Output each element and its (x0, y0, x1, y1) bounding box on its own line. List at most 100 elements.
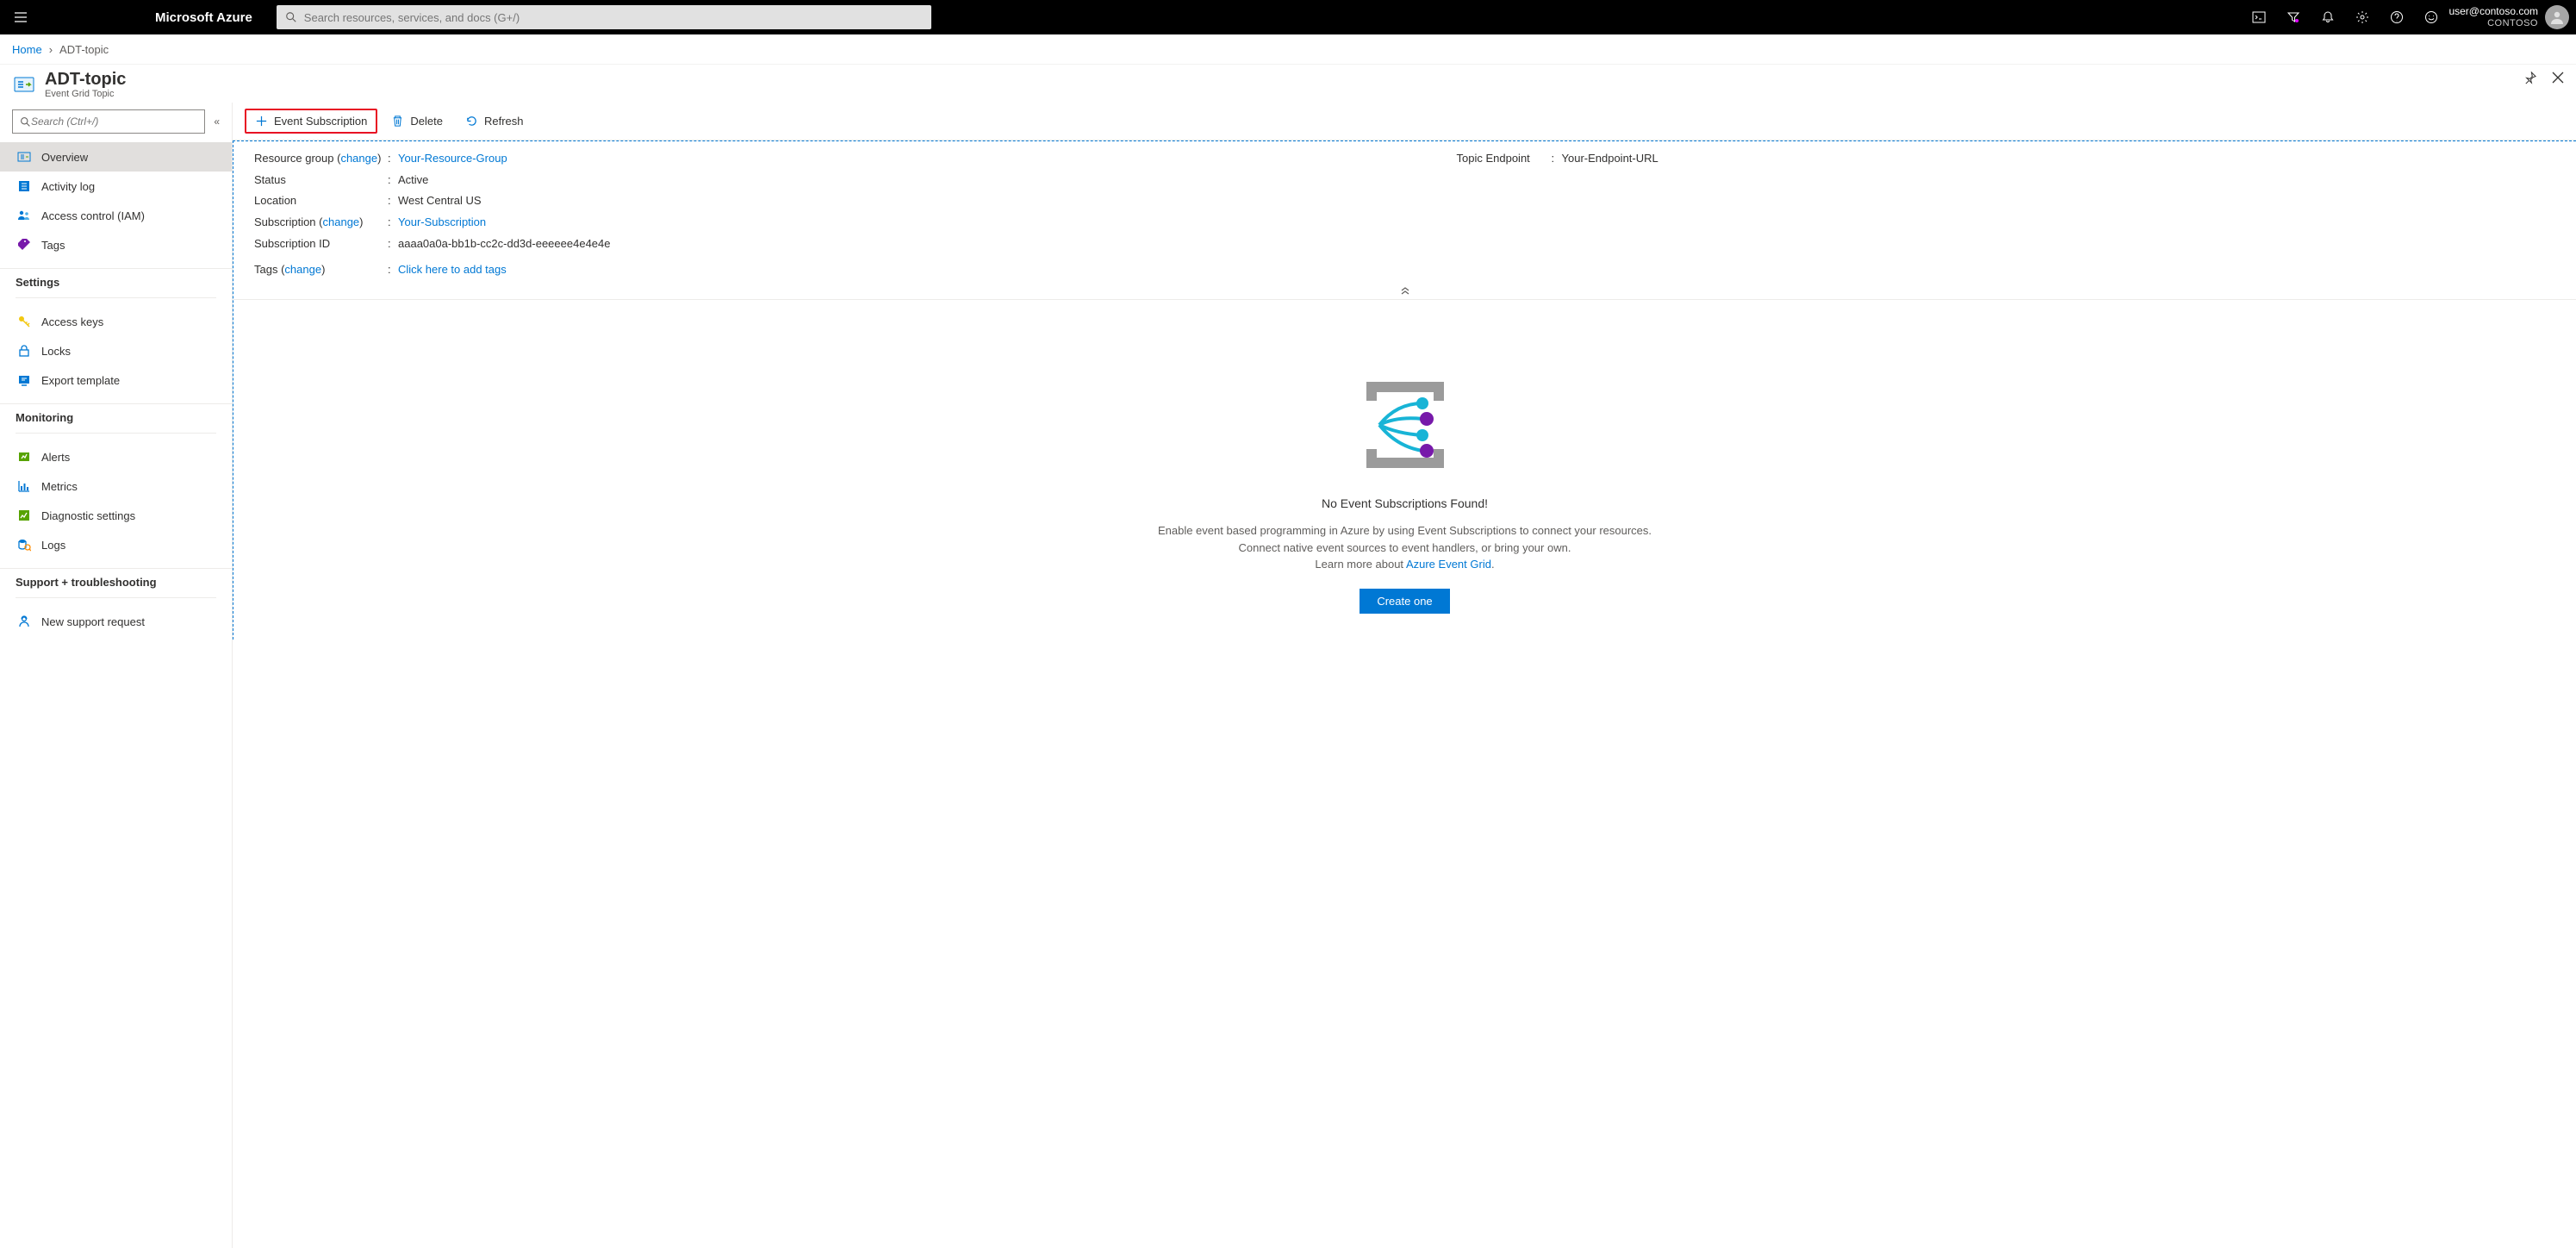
event-subscription-button[interactable]: Event Subscription (245, 109, 377, 134)
sidebar-collapse-button[interactable]: « (214, 115, 220, 128)
sidebar-item-label: Logs (41, 539, 65, 552)
subscription-id-value: aaaa0a0a-bb1b-cc2c-dd3d-eeeeee4e4e4e (398, 234, 611, 255)
tags-change-link[interactable]: change (284, 263, 321, 276)
chevron-up-double-icon (1400, 286, 1410, 295)
user-info[interactable]: user@contoso.com CONTOSO (2448, 5, 2538, 29)
status-label: Status (254, 170, 388, 191)
sidebar-item-access-control[interactable]: Access control (IAM) (0, 201, 232, 230)
location-value: West Central US (398, 190, 482, 212)
export-template-icon (17, 373, 31, 387)
empty-state: No Event Subscriptions Found! Enable eve… (233, 300, 2576, 640)
create-one-button[interactable]: Create one (1360, 589, 1449, 614)
notifications-button[interactable] (2311, 0, 2345, 34)
cloud-shell-button[interactable] (2242, 0, 2276, 34)
sidebar-item-export-template[interactable]: Export template (0, 365, 232, 395)
overview-icon (17, 150, 31, 164)
user-email: user@contoso.com (2448, 5, 2538, 17)
sidebar-item-label: Diagnostic settings (41, 509, 135, 522)
refresh-label: Refresh (484, 115, 524, 128)
global-search-box[interactable] (277, 5, 931, 29)
help-button[interactable] (2380, 0, 2414, 34)
sidebar-heading-monitoring: Monitoring (0, 403, 232, 429)
logs-icon (17, 538, 31, 552)
empty-state-line2: Connect native event sources to event ha… (1239, 541, 1571, 554)
resource-group-value[interactable]: Your-Resource-Group (398, 152, 507, 165)
settings-button[interactable] (2345, 0, 2380, 34)
status-value: Active (398, 170, 428, 191)
essentials-panel: Resource group (change) : Your-Resource-… (233, 141, 2576, 284)
sidebar-item-label: Export template (41, 374, 120, 387)
tags-add-link[interactable]: Click here to add tags (398, 263, 507, 276)
subscription-label: Subscription (254, 215, 316, 228)
resource-group-change-link[interactable]: change (340, 152, 377, 165)
hamburger-menu-button[interactable] (7, 3, 34, 31)
sidebar-item-tags[interactable]: Tags (0, 230, 232, 259)
filter-icon (2287, 10, 2300, 24)
iam-icon (17, 209, 31, 222)
pin-icon (2523, 72, 2536, 84)
subscription-value[interactable]: Your-Subscription (398, 215, 486, 228)
sidebar-item-alerts[interactable]: Alerts (0, 442, 232, 471)
search-icon (20, 116, 31, 128)
refresh-icon (465, 115, 478, 128)
sidebar-search-box[interactable] (12, 109, 205, 134)
page-subtitle: Event Grid Topic (45, 89, 126, 99)
topic-endpoint-label: Topic Endpoint (1457, 148, 1552, 170)
bell-icon (2321, 10, 2335, 24)
metrics-icon (17, 479, 31, 493)
delete-button[interactable]: Delete (383, 110, 451, 132)
sidebar-item-metrics[interactable]: Metrics (0, 471, 232, 501)
event-subscription-label: Event Subscription (274, 115, 367, 128)
user-tenant: CONTOSO (2448, 18, 2538, 29)
close-button[interactable] (2552, 72, 2564, 84)
subscription-change-link[interactable]: change (323, 215, 360, 228)
pin-button[interactable] (2523, 72, 2536, 84)
support-icon (17, 615, 31, 628)
breadcrumb: Home › ADT-topic (0, 34, 2576, 65)
activity-log-icon (17, 179, 31, 193)
event-grid-empty-icon (1341, 369, 1470, 481)
help-icon (2390, 10, 2404, 24)
sidebar-search-input[interactable] (31, 115, 197, 128)
main-content: Event Subscription Delete Refresh Resour… (233, 103, 2576, 1248)
event-grid-topic-icon (12, 72, 36, 97)
sidebar-item-new-support-request[interactable]: New support request (0, 607, 232, 636)
sidebar-item-label: Activity log (41, 180, 95, 193)
feedback-button[interactable] (2414, 0, 2448, 34)
sidebar-item-label: Locks (41, 345, 71, 358)
sidebar-item-overview[interactable]: Overview (0, 142, 232, 172)
alerts-icon (17, 450, 31, 464)
sidebar-item-activity-log[interactable]: Activity log (0, 172, 232, 201)
sidebar-item-label: Access control (IAM) (41, 209, 145, 222)
sidebar-item-label: Alerts (41, 451, 70, 464)
resource-sidebar: « Overview Activity log Access control (… (0, 103, 233, 1248)
command-bar: Event Subscription Delete Refresh (233, 103, 2576, 140)
sidebar-item-logs[interactable]: Logs (0, 530, 232, 559)
breadcrumb-current: ADT-topic (59, 43, 109, 56)
close-icon (2552, 72, 2564, 84)
lock-icon (17, 344, 31, 358)
sidebar-heading-settings: Settings (0, 268, 232, 294)
breadcrumb-home[interactable]: Home (12, 43, 42, 56)
empty-state-title: No Event Subscriptions Found! (251, 496, 2559, 510)
feedback-icon (2424, 10, 2438, 24)
breadcrumb-separator: › (49, 43, 53, 56)
brand-label: Microsoft Azure (155, 10, 252, 25)
tags-label: Tags (254, 263, 277, 276)
person-icon (2548, 9, 2566, 26)
avatar[interactable] (2545, 5, 2569, 29)
sidebar-item-access-keys[interactable]: Access keys (0, 307, 232, 336)
sidebar-item-diagnostic-settings[interactable]: Diagnostic settings (0, 501, 232, 530)
delete-label: Delete (410, 115, 443, 128)
sidebar-item-locks[interactable]: Locks (0, 336, 232, 365)
directory-filter-button[interactable] (2276, 0, 2311, 34)
essentials-collapse-button[interactable] (233, 284, 2576, 300)
gear-icon (2355, 10, 2369, 24)
tags-icon (17, 238, 31, 252)
refresh-button[interactable]: Refresh (457, 110, 532, 132)
sidebar-item-label: Metrics (41, 480, 78, 493)
resource-group-label: Resource group (254, 152, 334, 165)
global-search-input[interactable] (304, 11, 923, 24)
azure-event-grid-link[interactable]: Azure Event Grid (1406, 558, 1491, 571)
cloud-shell-icon (2252, 10, 2266, 24)
